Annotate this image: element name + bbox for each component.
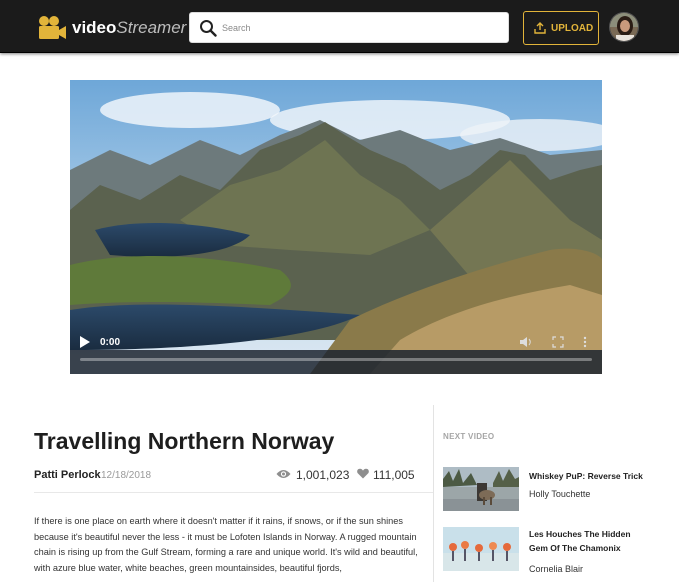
- upload-icon: [534, 22, 546, 34]
- eye-icon: [276, 470, 291, 478]
- video-frame: [70, 80, 602, 374]
- next-video-title[interactable]: Les Houches The Hidden Gem Of The Chamon…: [529, 527, 649, 555]
- search-icon[interactable]: [199, 19, 217, 37]
- next-video-heading: NEXT VIDEO: [443, 432, 495, 441]
- film-camera-icon[interactable]: [37, 15, 67, 41]
- user-avatar[interactable]: [609, 12, 639, 42]
- video-title: Travelling Northern Norway: [34, 428, 335, 454]
- like-count: 111,005: [373, 468, 415, 482]
- video-date: 12/18/2018: [101, 470, 152, 481]
- column-divider: [433, 405, 434, 582]
- brand-name-bold: video: [72, 18, 117, 37]
- upload-button[interactable]: UPLOAD: [523, 11, 599, 45]
- volume-icon[interactable]: [520, 336, 532, 348]
- video-author[interactable]: Patti Perlock: [34, 469, 101, 481]
- meta-divider: [34, 492, 433, 493]
- view-count: 1,001,023: [296, 468, 350, 482]
- video-player[interactable]: 0:00: [70, 80, 602, 374]
- upload-label: UPLOAD: [551, 23, 594, 34]
- play-icon[interactable]: [80, 336, 90, 348]
- progress-bar[interactable]: [80, 358, 592, 361]
- next-video-author[interactable]: Holly Touchette: [529, 489, 590, 499]
- playback-time: 0:00: [100, 337, 121, 348]
- next-video-author[interactable]: Cornelia Blair: [529, 564, 583, 574]
- next-video-title[interactable]: Whiskey PuP: Reverse Trick: [529, 469, 649, 483]
- next-video-thumbnail[interactable]: [443, 467, 519, 511]
- top-navigation-bar: videoStreamer UPLOAD: [0, 0, 679, 53]
- heart-icon[interactable]: [357, 468, 369, 479]
- brand-logo-text[interactable]: videoStreamer: [72, 18, 186, 38]
- video-description: If there is one place on earth where it …: [34, 516, 418, 573]
- fullscreen-icon[interactable]: [552, 336, 564, 348]
- next-video-thumbnail[interactable]: [443, 527, 519, 571]
- search-box[interactable]: [189, 12, 509, 43]
- brand-name-italic: Streamer: [116, 18, 187, 37]
- search-input[interactable]: [222, 18, 502, 38]
- more-options-icon[interactable]: [582, 336, 588, 348]
